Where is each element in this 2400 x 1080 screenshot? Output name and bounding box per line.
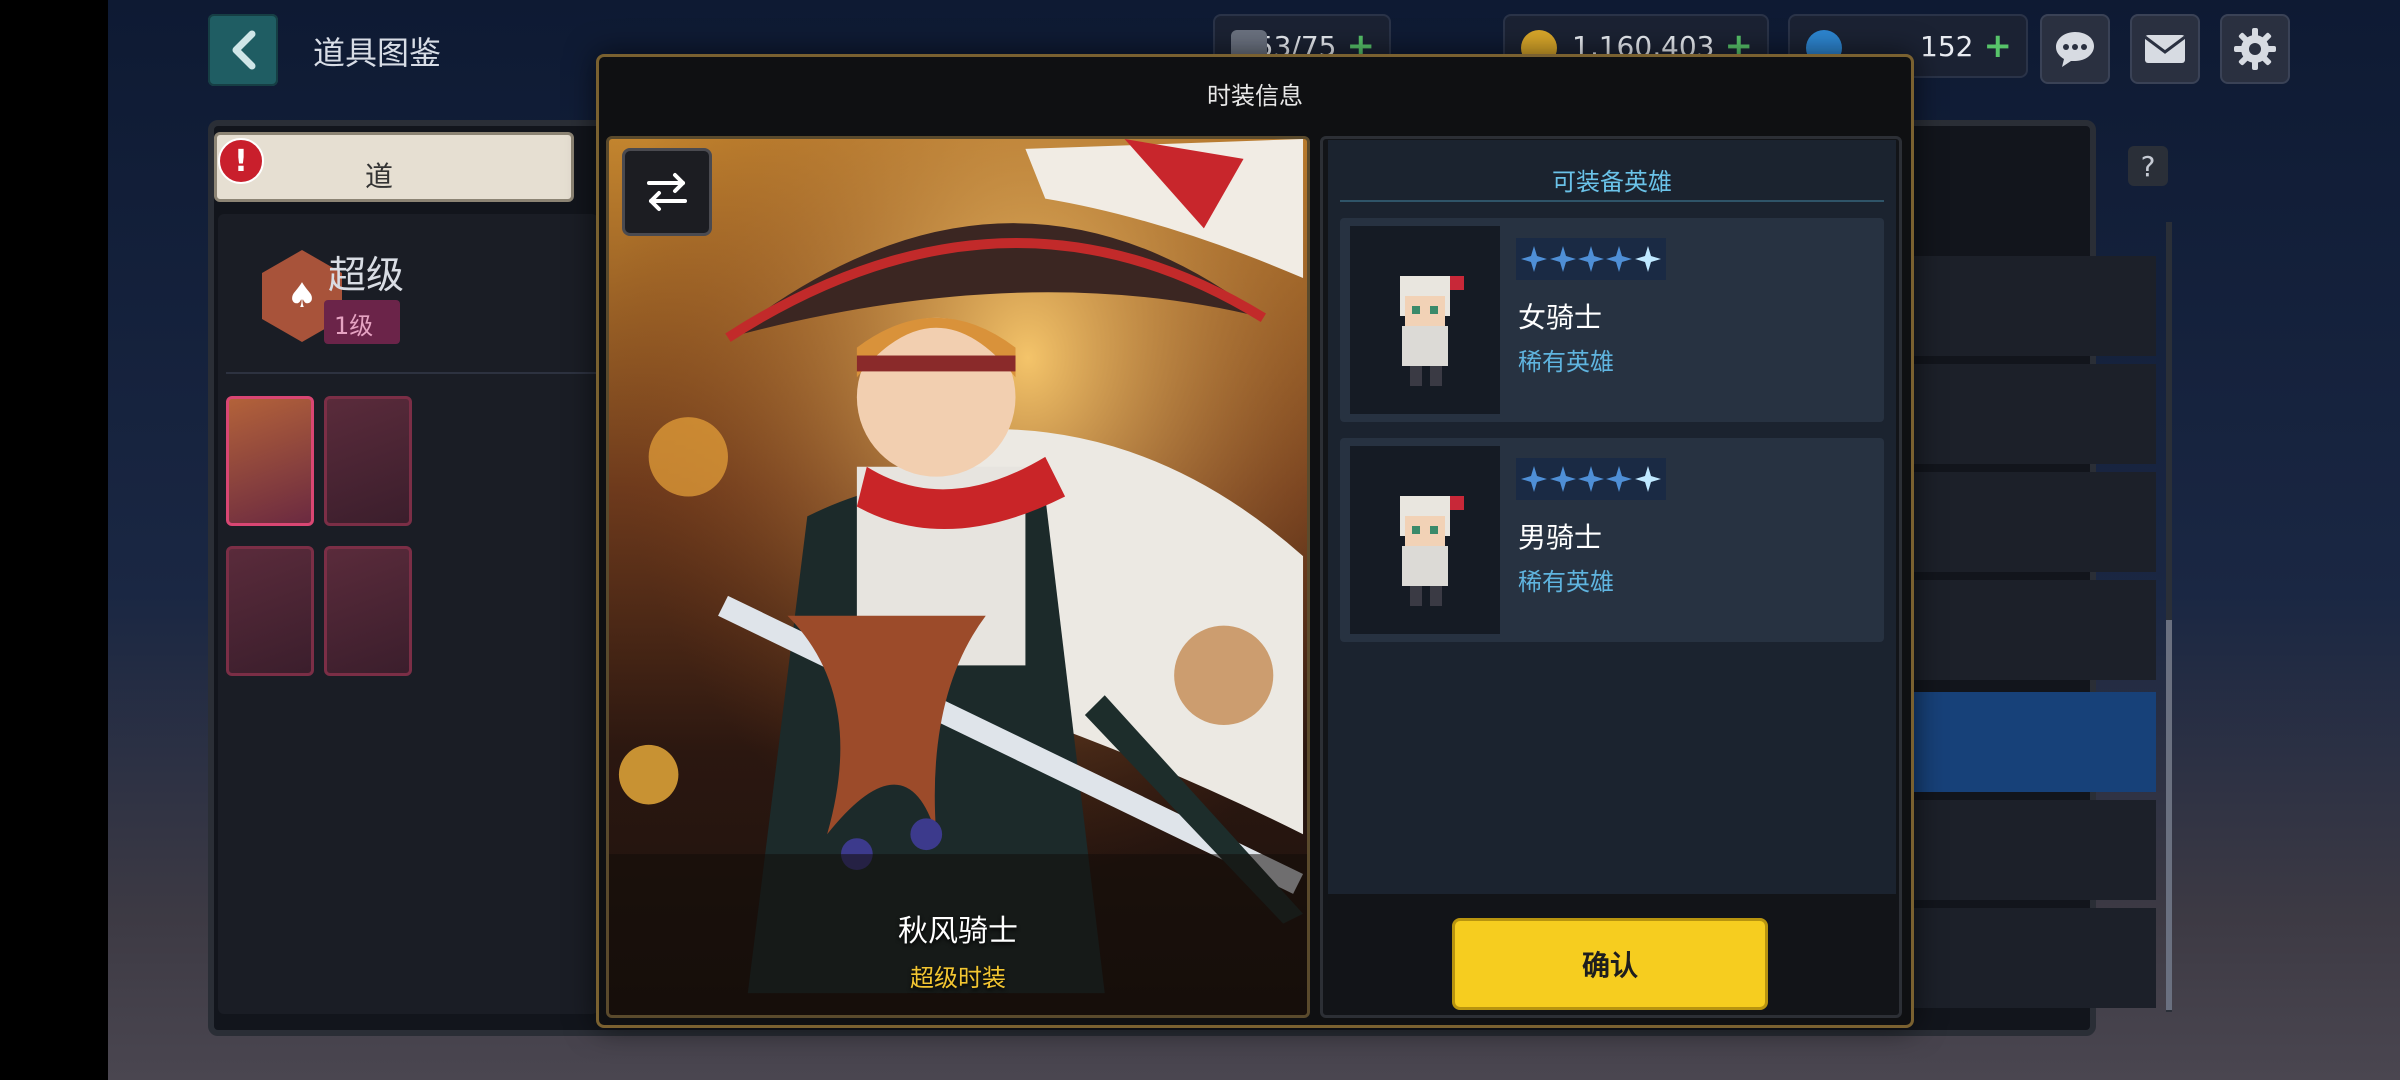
list-item[interactable] — [1910, 908, 2156, 1008]
game-screen: 道具图鉴 53/75 + 1,160,403 + 152 + 道 ! ♠ 超级 … — [108, 0, 2400, 1080]
confirm-button[interactable]: 确认 — [1452, 918, 1768, 1010]
chevron-left-icon — [232, 30, 256, 70]
costume-thumbnail[interactable] — [226, 546, 314, 676]
heroes-section-title: 可装备英雄 — [1552, 168, 1672, 196]
hero-name: 女骑士 — [1518, 301, 1603, 334]
list-item-selected[interactable] — [1910, 692, 2156, 792]
page-title: 道具图鉴 — [313, 34, 442, 72]
costume-thumbnail[interactable] — [324, 546, 412, 676]
modal-title: 时装信息 — [1207, 82, 1303, 110]
settings-button[interactable] — [2220, 14, 2290, 84]
swap-icon — [647, 173, 687, 211]
hero-card-male-knight[interactable]: 男骑士 稀有英雄 — [1340, 438, 1884, 642]
star-icon — [1549, 246, 1576, 272]
tab-items-label: 道 — [365, 160, 394, 193]
add-gem-button[interactable]: + — [1984, 26, 2013, 66]
scrollbar-thumb[interactable] — [2166, 620, 2172, 1010]
star-icon — [1606, 246, 1633, 272]
costume-artwork — [606, 136, 1310, 1018]
swap-view-button[interactable] — [622, 148, 712, 236]
star-icon — [1577, 246, 1604, 272]
divider — [226, 372, 598, 374]
list-item[interactable] — [1910, 472, 2156, 572]
gear-icon — [2234, 28, 2276, 70]
hero-card-female-knight[interactable]: 女骑士 稀有英雄 — [1340, 218, 1884, 422]
chat-icon — [2056, 32, 2094, 67]
list-item[interactable] — [1910, 800, 2156, 900]
chat-button[interactable] — [2040, 14, 2110, 84]
star-icon — [1577, 466, 1604, 492]
alert-badge: ! — [218, 138, 264, 184]
hero-portrait — [1350, 226, 1500, 414]
star-icon — [1521, 466, 1548, 492]
star-rating — [1516, 458, 1666, 500]
tab-items[interactable]: 道 — [214, 132, 574, 202]
list-item[interactable] — [1910, 256, 2156, 356]
costume-name: 秋风骑士 — [898, 914, 1018, 949]
star-rating — [1516, 238, 1666, 280]
jacket-icon: ♠ — [286, 276, 318, 316]
costume-thumbnail[interactable] — [324, 396, 412, 526]
star-icon — [1634, 466, 1661, 492]
mail-icon — [2144, 35, 2186, 63]
knight-sprite-icon — [1400, 276, 1464, 386]
hero-portrait — [1350, 446, 1500, 634]
item-level-badge: 1级 — [324, 300, 400, 344]
costume-thumbnail[interactable] — [226, 396, 314, 526]
hero-rarity: 稀有英雄 — [1518, 348, 1614, 376]
mail-button[interactable] — [2130, 14, 2200, 84]
star-icon — [1521, 246, 1548, 272]
list-item[interactable] — [1910, 364, 2156, 464]
item-name: 超级 — [328, 253, 405, 297]
gem-value: 152 — [1920, 29, 1974, 63]
hero-rarity: 稀有英雄 — [1518, 568, 1614, 596]
hero-name: 男骑士 — [1518, 521, 1603, 554]
star-icon — [1634, 246, 1661, 272]
help-button[interactable]: ? — [2128, 146, 2168, 186]
knight-illustration — [609, 139, 1307, 1015]
list-item[interactable] — [1910, 580, 2156, 680]
divider — [1340, 200, 1884, 202]
star-icon — [1549, 466, 1576, 492]
costume-grade: 超级时装 — [910, 964, 1006, 992]
knight-sprite-icon — [1400, 496, 1464, 606]
back-button[interactable] — [208, 14, 278, 86]
star-icon — [1606, 466, 1633, 492]
